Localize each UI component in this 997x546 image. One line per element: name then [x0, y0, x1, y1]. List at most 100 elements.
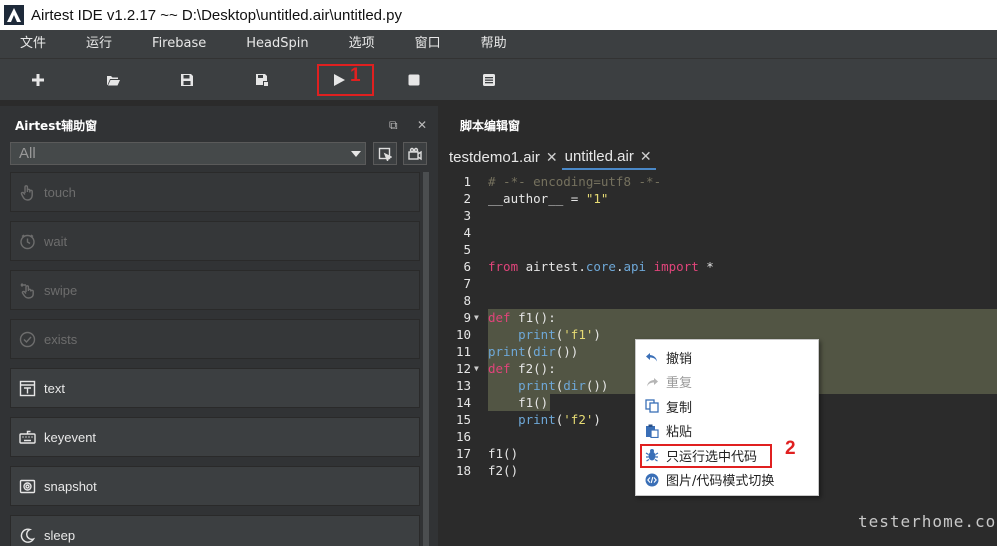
new-button[interactable] [25, 67, 51, 93]
folder-open-icon [107, 76, 120, 86]
close-panel-icon[interactable]: ✕ [417, 118, 427, 132]
undo-icon [646, 353, 657, 362]
line-number: 11 [455, 344, 471, 359]
save-button[interactable] [174, 67, 200, 93]
menu-toggle-image-code[interactable]: 图片/代码模式切换 [636, 468, 818, 493]
menu-undo[interactable]: 撤销 [636, 345, 818, 370]
command-swipe[interactable]: swipe [10, 270, 420, 310]
code-text: print('f2') [518, 412, 601, 427]
code-text: f1() [488, 446, 519, 461]
float-panel-icon[interactable]: ⧉ [389, 118, 398, 133]
menu-item-label: 粘贴 [666, 425, 693, 441]
command-snapshot[interactable]: snapshot [10, 466, 420, 506]
menu-run[interactable]: 运行 [66, 30, 132, 58]
code-text: f1() [488, 395, 549, 410]
menu-bar: 文件 运行 Firebase HeadSpin 选项 窗口 帮助 [0, 30, 997, 58]
command-touch[interactable]: touch [10, 172, 420, 212]
menu-redo: 重复 [636, 370, 818, 395]
editor-title: 脚本编辑窗 [460, 118, 521, 133]
line-number: 8 [463, 293, 471, 308]
menu-copy[interactable]: 复制 [636, 394, 818, 419]
code-text: def f1(): [488, 310, 556, 325]
mode-select[interactable]: All [10, 142, 366, 165]
line-number: 16 [455, 429, 471, 444]
check-circle-icon [19, 331, 35, 347]
close-icon[interactable]: ✕ [546, 149, 558, 166]
open-button[interactable] [100, 67, 126, 93]
command-label: text [44, 380, 65, 396]
line-number: 4 [463, 225, 471, 240]
command-keyevent[interactable]: keyevent [10, 417, 420, 457]
close-icon[interactable]: ✕ [640, 148, 652, 165]
command-label: snapshot [44, 478, 97, 494]
airtest-assist-panel: Airtest辅助窗 ⧉ ✕ All touch wait swipe exis… [0, 106, 438, 546]
context-menu: 撤销 重复 复制 粘贴 只运行选中代码 图片/代码模式切换 [635, 339, 819, 496]
code-line[interactable]: 7 [446, 275, 997, 292]
menu-firebase[interactable]: Firebase [132, 30, 226, 58]
panel-splitter[interactable] [438, 106, 446, 546]
redo-icon [647, 377, 658, 387]
watermark: testerhome.com [858, 512, 997, 531]
editor-header: 脚本编辑窗 [446, 106, 997, 144]
save-as-icon [256, 74, 269, 87]
code-line[interactable]: 9 ▼ def f1(): [446, 309, 997, 326]
save-as-button[interactable] [249, 67, 275, 93]
menu-item-label: 撤销 [666, 351, 693, 367]
command-wait[interactable]: wait [10, 221, 420, 261]
screenshot-select-button[interactable] [373, 142, 397, 165]
menu-item-label: 重复 [666, 376, 693, 392]
line-number: 18 [455, 463, 471, 478]
mode-select-value: All [19, 145, 36, 162]
keyboard-icon [18, 430, 36, 444]
line-number: 13 [455, 378, 471, 393]
toolbar: 1 [0, 58, 997, 100]
fold-arrow-icon[interactable]: ▼ [474, 309, 479, 326]
line-number: 3 [463, 208, 471, 223]
assist-panel-scrollbar[interactable] [423, 172, 429, 546]
code-text: def f2(): [488, 361, 556, 376]
code-text: print(dir()) [518, 378, 609, 393]
code-line[interactable]: 4 [446, 224, 997, 241]
run-annotation-box [317, 64, 374, 96]
fold-arrow-icon[interactable]: ▼ [474, 360, 479, 377]
code-line[interactable]: 5 [446, 241, 997, 258]
command-label: keyevent [44, 429, 97, 445]
chevron-down-icon [351, 151, 361, 157]
line-number: 10 [455, 327, 471, 342]
code-line[interactable]: 2 __author__ = "1" [446, 190, 997, 207]
code-line[interactable]: 8 [446, 292, 997, 309]
line-number: 2 [463, 191, 471, 206]
command-exists[interactable]: exists [10, 319, 420, 359]
stop-button[interactable] [401, 67, 427, 93]
menu-file[interactable]: 文件 [0, 30, 66, 58]
annotation-label-2: 2 [785, 438, 796, 459]
line-number: 9 [463, 310, 471, 325]
crop-cursor-icon [378, 147, 392, 161]
log-button[interactable] [476, 67, 502, 93]
menu-window[interactable]: 窗口 [395, 30, 461, 58]
hand-pointer-icon [20, 184, 33, 201]
annotation-label-1: 1 [350, 65, 361, 86]
code-toggle-icon [645, 473, 659, 487]
code-line[interactable]: 1 # -*- encoding=utf8 -*- [446, 173, 997, 190]
tab-untitled[interactable]: untitled.air ✕ [561, 144, 656, 170]
window-title: Airtest IDE v1.2.17 ~~ D:\Desktop\untitl… [31, 6, 403, 24]
line-number: 15 [455, 412, 471, 427]
menu-headspin[interactable]: HeadSpin [226, 30, 328, 58]
code-text: __author__ = "1" [488, 191, 609, 206]
line-number: 12 [455, 361, 471, 376]
paste-icon [646, 424, 659, 438]
line-number: 7 [463, 276, 471, 291]
code-line[interactable]: 3 [446, 207, 997, 224]
video-camera-icon [408, 147, 422, 160]
line-number: 17 [455, 446, 471, 461]
menu-help[interactable]: 帮助 [461, 30, 527, 58]
command-sleep[interactable]: sleep [10, 515, 420, 546]
code-text: print(dir()) [488, 344, 579, 359]
command-text[interactable]: text [10, 368, 420, 408]
tab-testdemo1[interactable]: testdemo1.air ✕ [446, 144, 562, 170]
scrollbar-thumb[interactable] [423, 172, 429, 546]
record-button[interactable] [403, 142, 427, 165]
code-line[interactable]: 6 from airtest.core.api import * [446, 258, 997, 275]
menu-options[interactable]: 选项 [329, 30, 395, 58]
